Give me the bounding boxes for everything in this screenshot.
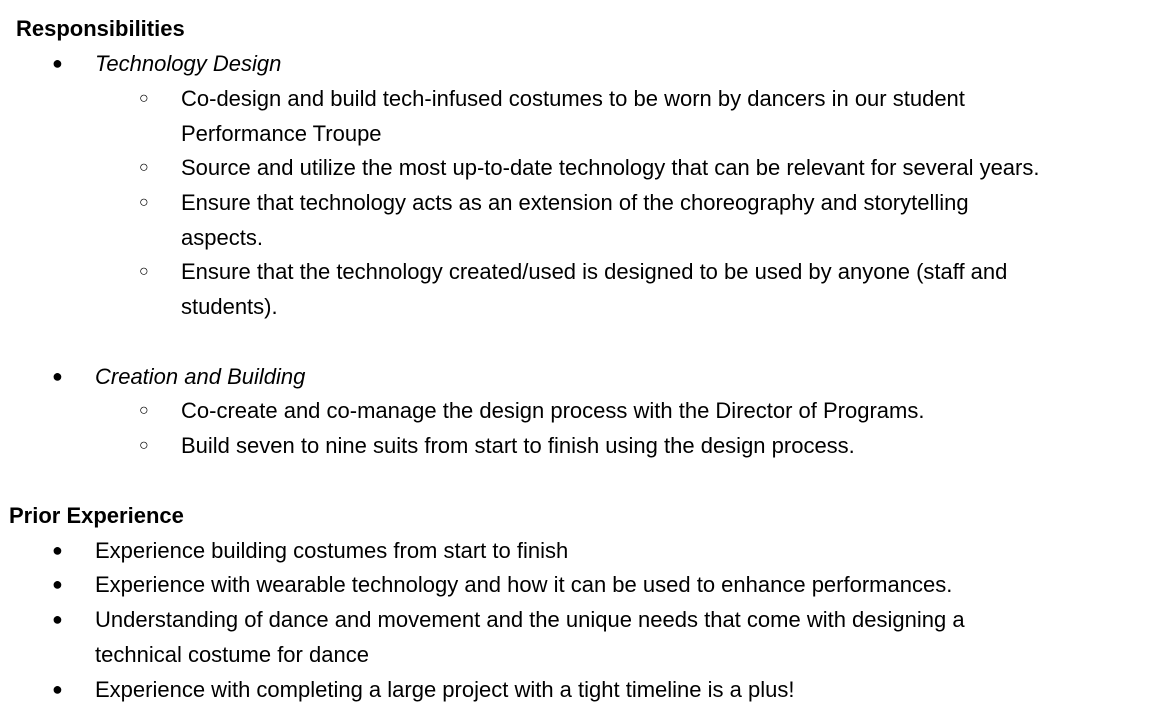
group-label-technology-design: Technology Design bbox=[95, 51, 282, 76]
list-item-line: students). bbox=[181, 294, 278, 319]
bullet-filled: ● bbox=[52, 540, 63, 560]
bullet-hollow: ○ bbox=[139, 194, 149, 211]
bullet-filled: ● bbox=[52, 679, 63, 699]
group-label-creation-and-building: Creation and Building bbox=[95, 364, 306, 389]
prior-experience-heading: Prior Experience bbox=[9, 503, 184, 528]
bullet-hollow: ○ bbox=[139, 402, 149, 419]
bullet-hollow: ○ bbox=[139, 159, 149, 176]
list-item-line: Ensure that the technology created/used … bbox=[181, 259, 1008, 284]
bullet-hollow: ○ bbox=[139, 263, 149, 280]
list-item-line: Ensure that technology acts as an extens… bbox=[181, 190, 969, 215]
list-item-line: Source and utilize the most up-to-date t… bbox=[181, 155, 1040, 180]
bullet-filled: ● bbox=[52, 366, 63, 386]
bullet-hollow: ○ bbox=[139, 90, 149, 107]
list-item-line: Experience building costumes from start … bbox=[95, 538, 569, 563]
bullet-filled: ● bbox=[52, 574, 63, 594]
list-item-line: Performance Troupe bbox=[181, 121, 382, 146]
list-item-line: Experience with wearable technology and … bbox=[95, 572, 953, 597]
list-item-line: Co-design and build tech-infused costume… bbox=[181, 86, 965, 111]
list-item-line: technical costume for dance bbox=[95, 642, 369, 667]
bullet-hollow: ○ bbox=[139, 437, 149, 454]
list-item-line: Build seven to nine suits from start to … bbox=[181, 433, 855, 458]
list-item-line: Co-create and co-manage the design proce… bbox=[181, 398, 925, 423]
bullet-filled: ● bbox=[52, 53, 63, 73]
list-item-line: aspects. bbox=[181, 225, 263, 250]
bullet-filled: ● bbox=[52, 609, 63, 629]
responsibilities-heading: Responsibilities bbox=[16, 16, 185, 41]
list-item-line: Understanding of dance and movement and … bbox=[95, 607, 965, 632]
list-item-line: Experience with completing a large proje… bbox=[95, 677, 795, 702]
document-page: Responsibilities ● Technology Design ○ C… bbox=[0, 0, 1160, 726]
